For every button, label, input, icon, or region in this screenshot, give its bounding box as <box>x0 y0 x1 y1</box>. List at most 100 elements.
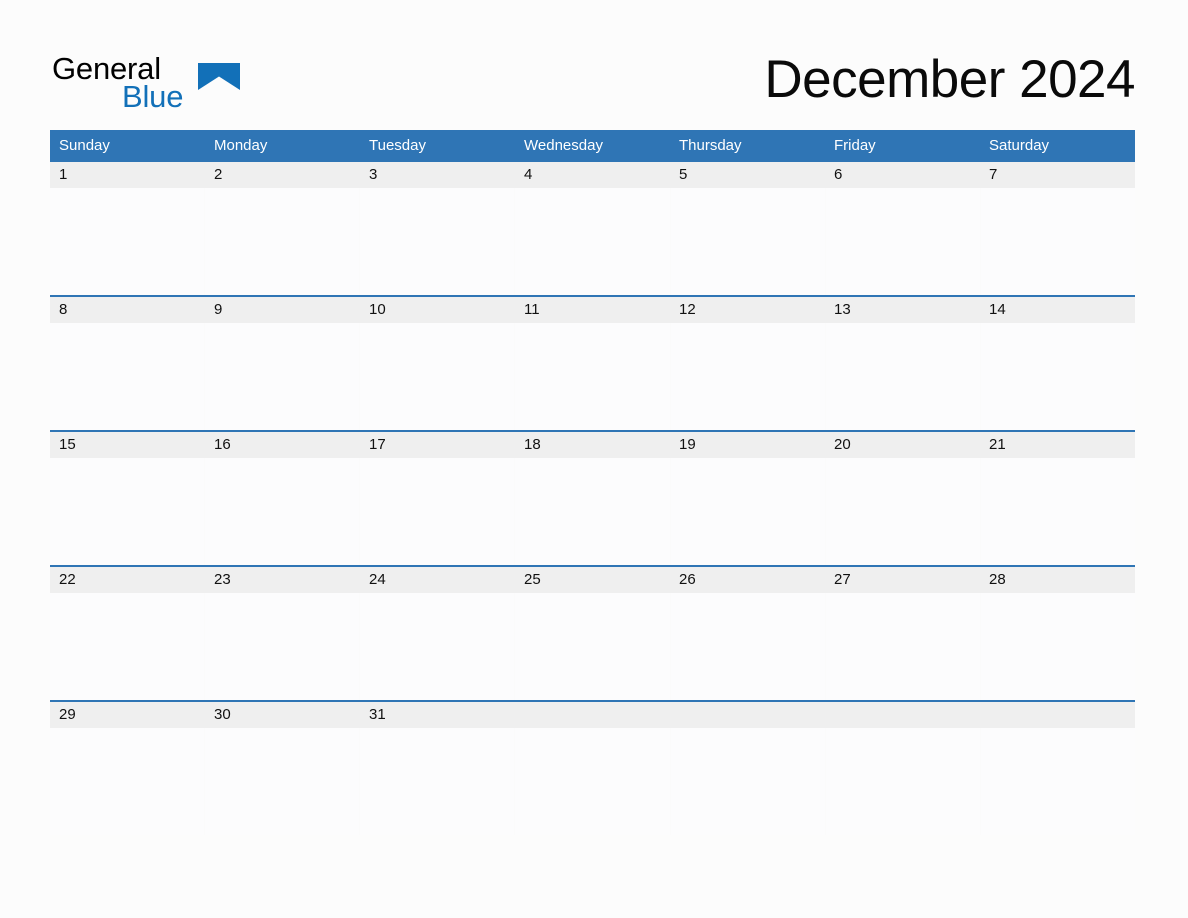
day-number-empty <box>515 702 670 728</box>
day-notes-band <box>50 593 1135 700</box>
date-number-band: 15 16 17 18 19 20 21 <box>50 432 1135 458</box>
weekday-header-sunday: Sunday <box>59 137 110 154</box>
day-notes-band <box>50 323 1135 430</box>
day-number[interactable]: 4 <box>515 162 670 188</box>
day-notes-area[interactable] <box>205 323 361 430</box>
day-notes-area[interactable] <box>50 458 206 565</box>
day-number[interactable]: 15 <box>50 432 205 458</box>
day-notes-band <box>50 728 1135 835</box>
day-notes-band <box>50 188 1135 295</box>
day-number[interactable]: 11 <box>515 297 670 323</box>
day-notes-area[interactable] <box>205 188 361 295</box>
day-number[interactable]: 17 <box>360 432 515 458</box>
day-number[interactable]: 13 <box>825 297 980 323</box>
day-notes-area[interactable] <box>671 593 826 700</box>
day-notes-area[interactable] <box>360 593 516 700</box>
day-number[interactable]: 24 <box>360 567 515 593</box>
day-number[interactable]: 10 <box>360 297 515 323</box>
day-number[interactable]: 30 <box>205 702 360 728</box>
day-notes-area[interactable] <box>671 458 826 565</box>
calendar-week-row: 8 9 10 11 12 13 14 <box>50 295 1135 430</box>
day-number[interactable]: 6 <box>825 162 980 188</box>
day-number[interactable]: 1 <box>50 162 205 188</box>
general-blue-logo[interactable]: General Blue <box>50 52 290 116</box>
date-number-band: 1 2 3 4 5 6 7 <box>50 162 1135 188</box>
weekday-header-friday: Friday <box>834 137 876 154</box>
day-notes-area[interactable] <box>205 593 361 700</box>
day-notes-area[interactable] <box>50 323 206 430</box>
day-number[interactable]: 5 <box>670 162 825 188</box>
day-notes-area[interactable] <box>515 458 671 565</box>
date-number-band: 8 9 10 11 12 13 14 <box>50 297 1135 323</box>
weekday-header-row: Sunday Monday Tuesday Wednesday Thursday… <box>50 130 1135 162</box>
weekday-header-saturday: Saturday <box>989 137 1050 154</box>
day-number-empty <box>980 702 1135 728</box>
day-notes-area[interactable] <box>50 188 206 295</box>
weekday-header-thursday: Thursday <box>679 137 742 154</box>
logo-text-blue: Blue <box>122 79 184 114</box>
date-number-band: 29 30 31 <box>50 702 1135 728</box>
day-number-empty <box>825 702 980 728</box>
day-number[interactable]: 3 <box>360 162 515 188</box>
calendar-page: General Blue December 2024 Sunday Monday… <box>0 0 1188 918</box>
day-notes-area[interactable] <box>826 188 981 295</box>
weekday-header-monday: Monday <box>214 137 268 154</box>
day-notes-area[interactable] <box>360 323 516 430</box>
day-number[interactable]: 23 <box>205 567 360 593</box>
day-notes-area-empty <box>981 728 1135 835</box>
day-number[interactable]: 20 <box>825 432 980 458</box>
day-number[interactable]: 7 <box>980 162 1135 188</box>
day-notes-area[interactable] <box>360 188 516 295</box>
day-number[interactable]: 18 <box>515 432 670 458</box>
date-number-band: 22 23 24 25 26 27 28 <box>50 567 1135 593</box>
day-number[interactable]: 28 <box>980 567 1135 593</box>
day-notes-area[interactable] <box>360 728 516 835</box>
weekday-header-wednesday: Wednesday <box>524 137 603 154</box>
day-notes-area[interactable] <box>515 323 671 430</box>
day-notes-area[interactable] <box>50 593 206 700</box>
day-number[interactable]: 26 <box>670 567 825 593</box>
day-number[interactable]: 21 <box>980 432 1135 458</box>
day-number[interactable]: 19 <box>670 432 825 458</box>
day-notes-area[interactable] <box>671 323 826 430</box>
day-notes-area[interactable] <box>981 593 1135 700</box>
blue-triangle-icon <box>198 63 240 90</box>
day-notes-area[interactable] <box>515 188 671 295</box>
calendar-week-row: 1 2 3 4 5 6 7 <box>50 162 1135 295</box>
day-number[interactable]: 31 <box>360 702 515 728</box>
day-notes-area[interactable] <box>205 458 361 565</box>
day-number[interactable]: 27 <box>825 567 980 593</box>
day-number[interactable]: 25 <box>515 567 670 593</box>
calendar-week-row: 29 30 31 <box>50 700 1135 835</box>
day-notes-area[interactable] <box>360 458 516 565</box>
day-notes-area-empty <box>826 728 981 835</box>
day-number[interactable]: 12 <box>670 297 825 323</box>
day-number[interactable]: 16 <box>205 432 360 458</box>
day-notes-area[interactable] <box>826 593 981 700</box>
calendar-week-row: 15 16 17 18 19 20 21 <box>50 430 1135 565</box>
page-header: General Blue December 2024 <box>50 48 1135 120</box>
day-notes-area[interactable] <box>826 458 981 565</box>
day-number[interactable]: 8 <box>50 297 205 323</box>
day-number[interactable]: 29 <box>50 702 205 728</box>
calendar-grid: Sunday Monday Tuesday Wednesday Thursday… <box>50 130 1135 835</box>
day-number[interactable]: 22 <box>50 567 205 593</box>
day-notes-area[interactable] <box>515 593 671 700</box>
day-notes-band <box>50 458 1135 565</box>
day-number[interactable]: 2 <box>205 162 360 188</box>
weekday-header-tuesday: Tuesday <box>369 137 426 154</box>
day-number[interactable]: 14 <box>980 297 1135 323</box>
day-number-empty <box>670 702 825 728</box>
day-notes-area-empty <box>671 728 826 835</box>
calendar-week-row: 22 23 24 25 26 27 28 <box>50 565 1135 700</box>
day-notes-area[interactable] <box>826 323 981 430</box>
day-notes-area[interactable] <box>981 323 1135 430</box>
page-title: December 2024 <box>764 50 1135 109</box>
day-notes-area[interactable] <box>981 458 1135 565</box>
day-notes-area-empty <box>515 728 671 835</box>
day-notes-area[interactable] <box>50 728 206 835</box>
day-notes-area[interactable] <box>671 188 826 295</box>
day-notes-area[interactable] <box>205 728 361 835</box>
day-number[interactable]: 9 <box>205 297 360 323</box>
day-notes-area[interactable] <box>981 188 1135 295</box>
